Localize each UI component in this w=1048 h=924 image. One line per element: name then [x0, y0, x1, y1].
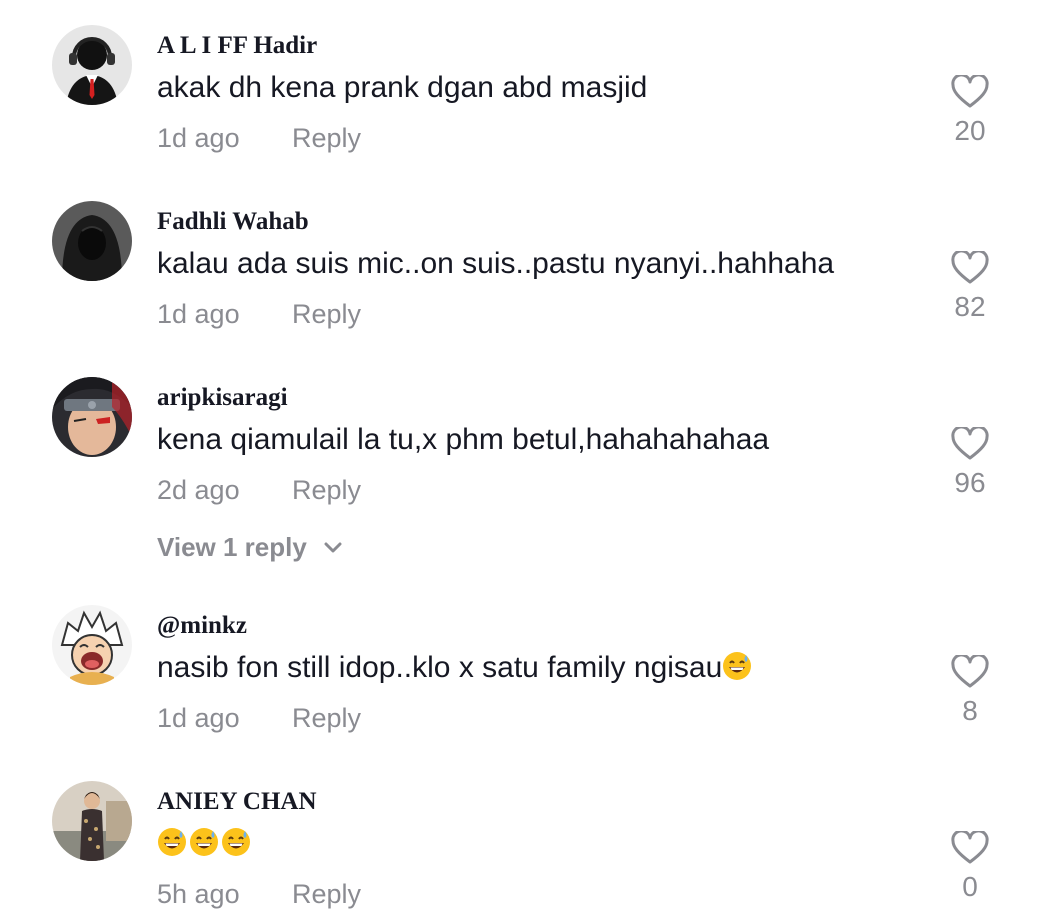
comment-username[interactable]: A L I FF Hadir — [157, 32, 317, 60]
view-replies-label: View 1 reply — [157, 532, 307, 562]
like-count: 20 — [954, 115, 986, 146]
view-replies-button[interactable]: View 1 reply — [157, 530, 342, 563]
like-button[interactable]: 8 — [940, 655, 1000, 727]
heart-icon — [951, 831, 989, 864]
heart-icon — [951, 427, 989, 460]
heart-icon — [951, 75, 989, 108]
like-button[interactable]: 0 — [940, 831, 1000, 903]
comment-username[interactable]: Fadhli Wahab — [157, 208, 309, 236]
grinning-sweat-emoji-icon — [157, 827, 187, 857]
chevron-down-icon — [324, 530, 342, 561]
headset-avatar-icon[interactable] — [52, 25, 132, 105]
comment-time: 1d ago — [157, 703, 240, 733]
reply-button[interactable]: Reply — [292, 299, 361, 330]
comment-time: 5h ago — [157, 879, 240, 909]
reply-button[interactable]: Reply — [292, 703, 361, 734]
comment-text: akak dh kena prank dgan abd masjid — [157, 71, 648, 104]
comment-text: kalau ada suis mic..on suis..pastu nyany… — [157, 247, 835, 280]
woman-photo-avatar-icon[interactable] — [52, 781, 132, 861]
comment-text — [157, 826, 253, 862]
grinning-sweat-emoji-icon — [722, 651, 752, 681]
like-count: 82 — [954, 291, 986, 322]
comment-text-content: nasib fon still idop..klo x satu family … — [157, 651, 723, 684]
anime-ninja-avatar-icon[interactable] — [52, 377, 132, 457]
like-count: 0 — [962, 871, 978, 902]
like-button[interactable]: 20 — [940, 75, 1000, 147]
reply-button[interactable]: Reply — [292, 879, 361, 910]
grinning-sweat-emoji-icon — [189, 827, 219, 857]
comment-time: 2d ago — [157, 475, 240, 505]
reply-button[interactable]: Reply — [292, 123, 361, 154]
comment-time: 1d ago — [157, 123, 240, 153]
like-count: 8 — [962, 695, 978, 726]
comment-text: nasib fon still idop..klo x satu family … — [157, 650, 754, 686]
comment-time: 1d ago — [157, 299, 240, 329]
like-button[interactable]: 82 — [940, 251, 1000, 323]
heart-icon — [951, 655, 989, 688]
grinning-sweat-emoji-icon — [221, 827, 251, 857]
heart-icon — [951, 251, 989, 284]
like-count: 96 — [954, 467, 986, 498]
comment-text: kena qiamulail la tu,x phm betul,hahahah… — [157, 423, 770, 456]
like-button[interactable]: 96 — [940, 427, 1000, 499]
anime-cartoon-avatar-icon[interactable] — [52, 605, 132, 685]
comment-username[interactable]: @minkz — [157, 612, 247, 640]
reply-button[interactable]: Reply — [292, 475, 361, 506]
hooded-person-avatar-icon[interactable] — [52, 201, 132, 281]
comment-username[interactable]: aripkisaragi — [157, 384, 288, 412]
comment-username[interactable]: ANIEY CHAN — [157, 788, 317, 816]
